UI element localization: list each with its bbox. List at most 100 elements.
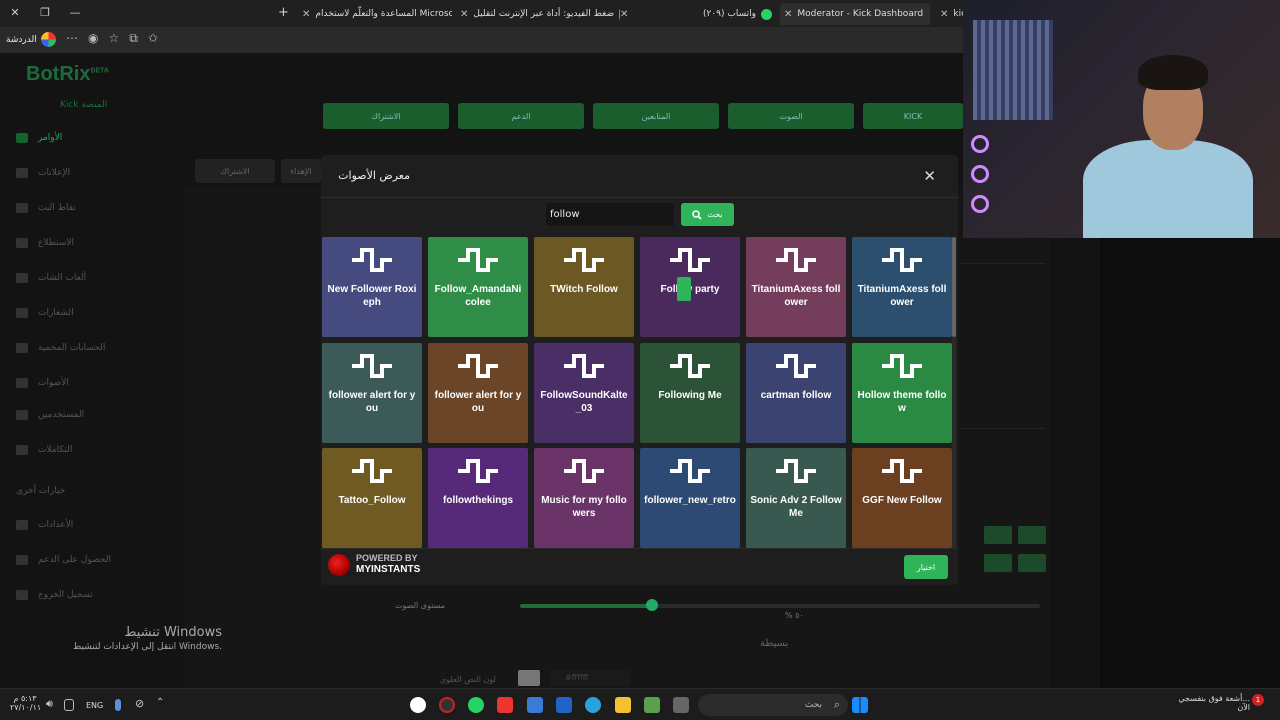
bg-button-followers[interactable]: المتابعين [593, 103, 719, 129]
volume-slider-handle[interactable] [646, 599, 658, 611]
nav-protected[interactable]: الحسابات المحمية [16, 338, 166, 358]
nav-label: التكاملات [38, 445, 73, 455]
restore-window-icon[interactable]: ❐ [30, 6, 60, 19]
nav-commands[interactable]: الأوامر [16, 128, 166, 148]
bg-button-sound[interactable]: الصوت [728, 103, 854, 129]
volume-slider[interactable] [520, 604, 655, 608]
task-view-icon[interactable] [673, 697, 689, 713]
nav-games[interactable]: ألعاب الشات [16, 268, 166, 288]
sound-tile[interactable]: FollowSoundKalte_03 [534, 342, 634, 443]
close-icon[interactable]: ✕ [923, 167, 936, 185]
sound-tile[interactable]: Follow_AmandaNicolee [428, 237, 528, 337]
sound-tile[interactable]: Sonic Adv 2 Follow Me [746, 448, 846, 548]
nav-icon [16, 133, 28, 143]
language-indicator[interactable]: ENG [86, 701, 103, 710]
close-window-icon[interactable]: ✕ [0, 6, 30, 19]
choose-button[interactable]: اختيار [904, 555, 948, 579]
color-swatch[interactable] [518, 670, 540, 686]
nav-logout[interactable]: تسجيل الخروج [16, 585, 166, 605]
store-icon[interactable] [556, 697, 572, 713]
notification-tray[interactable]: أشعة فوق بنفسجي... الآن [1170, 694, 1250, 712]
nav-points[interactable]: نقاط البث [16, 198, 166, 218]
chat-profile-button[interactable]: الدردشة [6, 32, 56, 47]
sound-tile[interactable]: GGF New Follow [852, 448, 952, 548]
tab-kick[interactable]: ✕ kick [940, 3, 963, 25]
sound-search-input[interactable] [545, 202, 675, 227]
sound-tile[interactable]: follower_new_retro [640, 448, 740, 548]
bg-play-button[interactable] [1018, 526, 1046, 544]
close-tab-icon[interactable]: ✕ [784, 9, 792, 20]
taskbar-search-placeholder: بحث [804, 700, 822, 710]
sound-tile[interactable]: Tattoo_Follow [322, 448, 422, 548]
bg-button-support[interactable]: الدعم [458, 103, 584, 129]
bg-button-subscribe[interactable]: الاشتراك [323, 103, 449, 129]
nav-ads[interactable]: الإعلانات [16, 163, 166, 183]
wifi-off-icon[interactable]: ⊘ [135, 697, 151, 713]
bg-upload-button[interactable] [984, 526, 1012, 544]
account-icon[interactable]: ◉ [88, 31, 98, 46]
nav-integrations[interactable]: التكاملات [16, 440, 166, 460]
sound-tile[interactable]: Hollow theme follow [852, 342, 952, 443]
youtube-icon[interactable] [497, 697, 513, 713]
sound-tile[interactable]: TWitch Follow [534, 237, 634, 337]
bg-tab-subscribe[interactable]: الاشتراك [195, 159, 275, 183]
color-input[interactable]: #ffffff [550, 670, 630, 686]
chevron-up-icon[interactable]: ⌃ [156, 697, 172, 713]
sound-tile-label: Following Me [658, 389, 722, 401]
clock[interactable]: ٥:١٣ م ٢٧/١٠/١١ [10, 694, 41, 712]
close-tab-icon[interactable]: ✕ [460, 9, 468, 20]
bg-upload-button[interactable] [984, 554, 1012, 572]
play-preview-indicator[interactable] [677, 277, 691, 301]
pulse-icon [670, 459, 710, 483]
outlook-icon[interactable] [527, 697, 543, 713]
close-tab-icon[interactable]: ✕ [940, 9, 948, 20]
search-button[interactable]: بحث [681, 203, 734, 226]
microphone-icon[interactable] [115, 699, 121, 711]
bg-play-button[interactable] [1018, 554, 1046, 572]
file-explorer-icon[interactable] [615, 697, 631, 713]
collections-icon[interactable]: ⧉ [129, 31, 138, 46]
close-tab-icon[interactable]: ✕ [620, 9, 628, 20]
battery-icon[interactable] [64, 699, 74, 711]
minimize-window-icon[interactable]: — [60, 6, 90, 19]
close-tab-icon[interactable]: ✕ [302, 9, 310, 20]
sound-tile[interactable]: Following Me [640, 342, 740, 443]
sound-tile[interactable]: followthekings [428, 448, 528, 548]
taskbar-search[interactable]: بحث ⌕ [698, 694, 848, 716]
nav-polls[interactable]: الاستطلاع [16, 233, 166, 253]
more-icon[interactable]: ⋯ [66, 31, 78, 46]
powered-by-myinstants[interactable]: POWERED BY MYINSTANTS [328, 553, 420, 576]
tab-title: ضغط الفيديو: أداة عبر الإنترنت لتقليل [473, 9, 615, 19]
tab-video-compress[interactable]: ✕ ضغط الفيديو: أداة عبر الإنترنت لتقليل [460, 3, 620, 25]
sound-tile[interactable]: cartman follow [746, 342, 846, 443]
obs-icon[interactable] [439, 697, 455, 713]
favorites-icon[interactable]: ☆ [108, 31, 119, 46]
add-favorite-icon[interactable]: ✩ [148, 31, 158, 46]
nav-emotes[interactable]: الشعارات [16, 303, 166, 323]
pulse-icon [882, 353, 922, 378]
tab-edge-help[interactable]: ✕ المساعدة والتعلّم لاستخدام Microsoft E… [302, 3, 452, 25]
sound-tile[interactable]: Music for my followers [534, 448, 634, 548]
edge-icon[interactable] [585, 697, 601, 713]
plus-icon[interactable]: + [278, 5, 289, 20]
sound-tile[interactable]: follower alert for you [428, 342, 528, 443]
nav-sounds[interactable]: الأصوات [16, 373, 166, 393]
nav-settings[interactable]: الأعدادات [16, 515, 166, 535]
volume-icon[interactable]: 🔊︎ [46, 697, 62, 713]
tab-whatsapp[interactable]: ✕ (٢٠٩) واتساب [620, 3, 772, 25]
tab-kick-dashboard[interactable]: ✕ Moderator - Kick Dashboard [780, 3, 930, 25]
whatsapp-icon[interactable] [468, 697, 484, 713]
media-player-icon[interactable] [410, 697, 426, 713]
sound-tile[interactable]: TitaniumAxess follower [852, 237, 952, 337]
sound-tile[interactable]: TitaniumAxess follower [746, 237, 846, 337]
bg-tab-gift[interactable]: الإهداء [281, 159, 321, 183]
bg-button-kick[interactable]: KICK [863, 103, 963, 129]
sound-tile[interactable]: follower alert for you [322, 342, 422, 443]
windows-start-icon[interactable] [852, 697, 868, 713]
nav-users[interactable]: المستخدمين [16, 405, 166, 425]
sound-tile[interactable]: New Follower Roxieph [322, 237, 422, 337]
whatsapp-icon [761, 8, 772, 20]
nav-support[interactable]: الحصول على الدعم [16, 550, 166, 570]
scrollbar-thumb[interactable] [952, 237, 956, 337]
app-icon[interactable] [644, 697, 660, 713]
